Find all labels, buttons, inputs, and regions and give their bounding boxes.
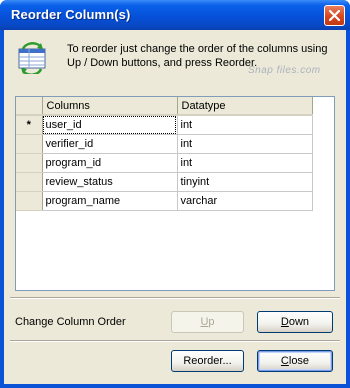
columns-table: Columns Datatype * user_id int verifier_…	[16, 97, 313, 211]
close-accelerator: C	[280, 355, 289, 367]
dialog-body: To reorder just change the order of the …	[4, 30, 346, 384]
datatype-cell[interactable]: int	[177, 153, 313, 173]
current-row-indicator[interactable]: *	[16, 115, 43, 135]
close-button[interactable]: Close	[257, 350, 333, 372]
window-title: Reorder Column(s)	[11, 7, 131, 22]
column-header-datatype[interactable]: Datatype	[177, 97, 313, 116]
row-header[interactable]	[16, 134, 43, 154]
row-header-corner	[16, 97, 43, 116]
down-label-rest: own	[288, 316, 310, 328]
close-label-rest: lose	[288, 355, 310, 367]
title-bar[interactable]: Reorder Column(s)	[0, 0, 350, 30]
separator	[10, 297, 340, 299]
table-row[interactable]: verifier_id int	[16, 134, 313, 154]
up-button[interactable]: Up	[171, 311, 244, 333]
column-name-cell[interactable]: program_name	[42, 191, 178, 211]
grid-header-row: Columns Datatype	[16, 97, 313, 116]
datatype-cell[interactable]: tinyint	[177, 172, 313, 192]
up-label-rest: p	[208, 316, 215, 328]
column-name-cell[interactable]: verifier_id	[42, 134, 178, 154]
reorder-columns-dialog: Reorder Column(s) To reorder just change…	[0, 0, 350, 388]
table-row[interactable]: program_id int	[16, 153, 313, 173]
reorder-button[interactable]: Reorder...	[171, 350, 244, 372]
close-window-button[interactable]	[324, 5, 345, 26]
table-row[interactable]: * user_id int	[16, 115, 313, 135]
close-icon	[329, 10, 340, 21]
datatype-cell[interactable]: varchar	[177, 191, 313, 211]
columns-grid[interactable]: Columns Datatype * user_id int verifier_…	[15, 96, 335, 291]
row-header[interactable]	[16, 153, 43, 173]
down-button[interactable]: Down	[257, 311, 333, 333]
change-column-order-label: Change Column Order	[15, 316, 126, 328]
down-accelerator: D	[280, 316, 289, 328]
datatype-cell[interactable]: int	[177, 134, 313, 154]
column-name-cell[interactable]: user_id	[42, 115, 178, 135]
datatype-cell[interactable]: int	[177, 115, 313, 135]
separator	[10, 340, 340, 342]
reorder-columns-icon	[18, 42, 46, 74]
row-header[interactable]	[16, 172, 43, 192]
table-row[interactable]: review_status tinyint	[16, 172, 313, 192]
column-header-columns[interactable]: Columns	[42, 97, 178, 116]
table-row[interactable]: program_name varchar	[16, 191, 313, 211]
watermark: Snap files.com	[248, 65, 321, 76]
row-header[interactable]	[16, 191, 43, 211]
column-name-cell[interactable]: program_id	[42, 153, 178, 173]
column-name-cell[interactable]: review_status	[42, 172, 178, 192]
